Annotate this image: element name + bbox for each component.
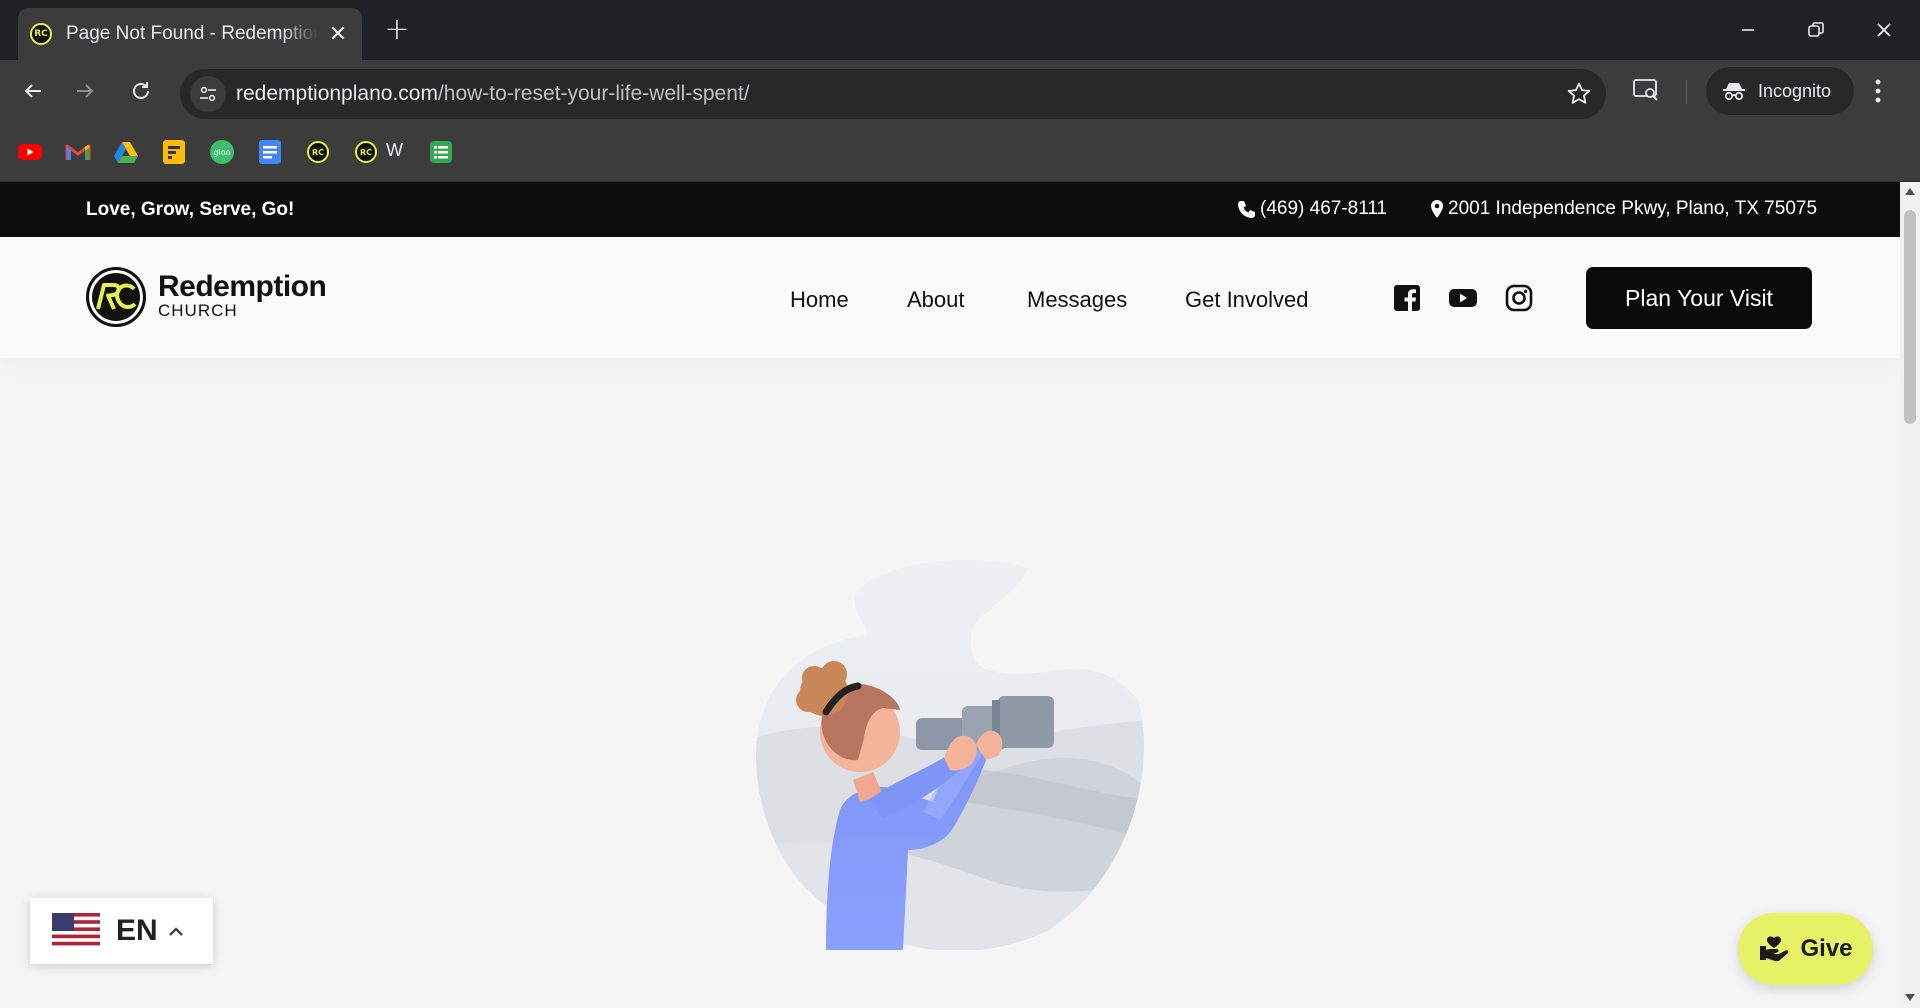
- bookmark-redemption-w[interactable]: RC: [353, 139, 379, 165]
- minimize-window-button[interactable]: [1728, 12, 1768, 48]
- google-drive-icon: [114, 142, 138, 163]
- browser-toolbar: redemptionplano.com/how-to-reset-your-li…: [0, 60, 1920, 122]
- map-pin-icon: [1431, 200, 1443, 218]
- nav-home[interactable]: Home: [790, 287, 849, 313]
- star-icon: [1567, 82, 1591, 104]
- tab-title: Page Not Found - Redemption Church: [66, 23, 318, 44]
- site-info-button[interactable]: [190, 76, 226, 112]
- gmail-icon: [65, 144, 91, 160]
- url-domain: redemptionplano.com: [236, 82, 438, 105]
- browser-tab-active[interactable]: RC Page Not Found - Redemption Church ✕: [18, 8, 362, 60]
- page-scrollbar[interactable]: [1900, 182, 1920, 1008]
- facebook-link[interactable]: [1392, 283, 1422, 313]
- site-header: Redemption CHURCH Home About Messages Ge…: [0, 237, 1900, 358]
- hand-heart-icon: [1760, 936, 1789, 962]
- bookmark-redemption[interactable]: RC: [305, 139, 331, 165]
- bookmark-label-w[interactable]: W: [386, 140, 403, 161]
- phone-number: (469) 467-8111: [1260, 198, 1388, 219]
- youtube-icon: [1449, 289, 1477, 307]
- reload-icon: [133, 82, 149, 99]
- address-bar[interactable]: redemptionplano.com/how-to-reset-your-li…: [180, 69, 1606, 119]
- us-flag-icon: [52, 913, 100, 949]
- restore-icon: [1808, 22, 1824, 37]
- give-label: Give: [1800, 935, 1853, 962]
- svg-text:gloo: gloo: [213, 148, 230, 157]
- youtube-icon: [18, 144, 42, 160]
- bookmark-gloo[interactable]: gloo: [209, 139, 235, 165]
- google-docs-icon: [259, 140, 281, 164]
- church-logo[interactable]: Redemption CHURCH: [86, 267, 327, 327]
- keep-notes-icon: [163, 140, 185, 164]
- phone-icon: [1238, 201, 1255, 218]
- arrow-right-icon: [77, 84, 94, 98]
- bookmark-keep[interactable]: [161, 139, 187, 165]
- scroll-down-arrow-icon[interactable]: [1905, 994, 1915, 1001]
- google-sheets-icon: [430, 141, 452, 163]
- bookmarks-bar: gloo RC RC W: [0, 122, 1920, 182]
- bookmark-google-sheets[interactable]: [428, 139, 454, 165]
- bookmark-youtube[interactable]: [17, 139, 43, 165]
- bookmark-google-drive[interactable]: [113, 139, 139, 165]
- give-button[interactable]: Give: [1738, 913, 1873, 985]
- facebook-icon: [1394, 285, 1420, 312]
- top-info-bar: Love, Grow, Serve, Go! (469) 467-8111 20…: [0, 182, 1900, 237]
- scroll-up-arrow-icon[interactable]: [1905, 188, 1915, 195]
- church-tagline: Love, Grow, Serve, Go!: [86, 199, 295, 220]
- instagram-link[interactable]: [1504, 283, 1534, 313]
- bookmark-google-docs[interactable]: [257, 139, 283, 165]
- redemption-church-icon: RC: [355, 141, 377, 163]
- nav-about[interactable]: About: [907, 287, 965, 313]
- redemption-church-icon: RC: [307, 141, 329, 163]
- nav-messages[interactable]: Messages: [1027, 287, 1127, 313]
- nav-get-involved[interactable]: Get Involved: [1185, 287, 1309, 313]
- close-window-button[interactable]: [1864, 12, 1904, 48]
- more-vertical-icon: [1875, 79, 1881, 103]
- logo-subtitle: CHURCH: [158, 301, 238, 320]
- binoculars-person-illustration: [756, 559, 1144, 950]
- logo-name: Redemption: [158, 270, 327, 303]
- bookmark-gmail[interactable]: [65, 139, 91, 165]
- tune-icon: [200, 86, 216, 102]
- browser-tab-strip: RC Page Not Found - Redemption Church ✕ …: [0, 0, 1920, 60]
- plan-your-visit-button[interactable]: Plan Your Visit: [1586, 267, 1812, 329]
- phone-link[interactable]: (469) 467-8111: [1236, 198, 1387, 220]
- new-tab-button[interactable]: +: [382, 14, 412, 46]
- back-button[interactable]: [14, 72, 52, 110]
- rc-monogram-icon: [96, 283, 137, 310]
- redemption-favicon-icon: RC: [30, 23, 52, 45]
- chevron-up-icon: [168, 927, 183, 936]
- browser-menu-button[interactable]: [1874, 78, 1882, 109]
- gloo-icon: gloo: [210, 140, 234, 164]
- incognito-badge[interactable]: Incognito: [1706, 67, 1854, 115]
- toolbar-divider: [1686, 80, 1687, 104]
- close-tab-icon[interactable]: ✕: [326, 22, 350, 46]
- rc-logo-icon: [86, 267, 146, 327]
- minimize-icon: [1742, 29, 1754, 31]
- url-text[interactable]: redemptionplano.com/how-to-reset-your-li…: [236, 82, 750, 106]
- page-viewport: Love, Grow, Serve, Go! (469) 467-8111 20…: [0, 182, 1900, 1008]
- bookmark-star-button[interactable]: [1566, 81, 1592, 112]
- church-address: 2001 Independence Pkwy, Plano, TX 75075: [1448, 198, 1818, 219]
- restore-window-button[interactable]: [1796, 12, 1836, 48]
- reload-button[interactable]: [122, 72, 160, 110]
- incognito-icon: [1723, 83, 1745, 101]
- close-icon: [1877, 23, 1891, 37]
- address-link[interactable]: 2001 Independence Pkwy, Plano, TX 75075: [1430, 198, 1817, 220]
- instagram-icon: [1505, 284, 1533, 312]
- language-code: EN: [116, 914, 158, 947]
- lens-search-button[interactable]: [1632, 76, 1660, 109]
- youtube-link[interactable]: [1448, 283, 1478, 313]
- url-path: /how-to-reset-your-life-well-spent/: [437, 82, 750, 105]
- arrow-left-icon: [24, 84, 41, 98]
- screen-search-icon: [1633, 79, 1658, 101]
- incognito-label: Incognito: [1758, 80, 1832, 101]
- scrollbar-thumb[interactable]: [1904, 210, 1916, 424]
- forward-button[interactable]: [66, 72, 104, 110]
- language-switcher[interactable]: EN: [30, 898, 213, 964]
